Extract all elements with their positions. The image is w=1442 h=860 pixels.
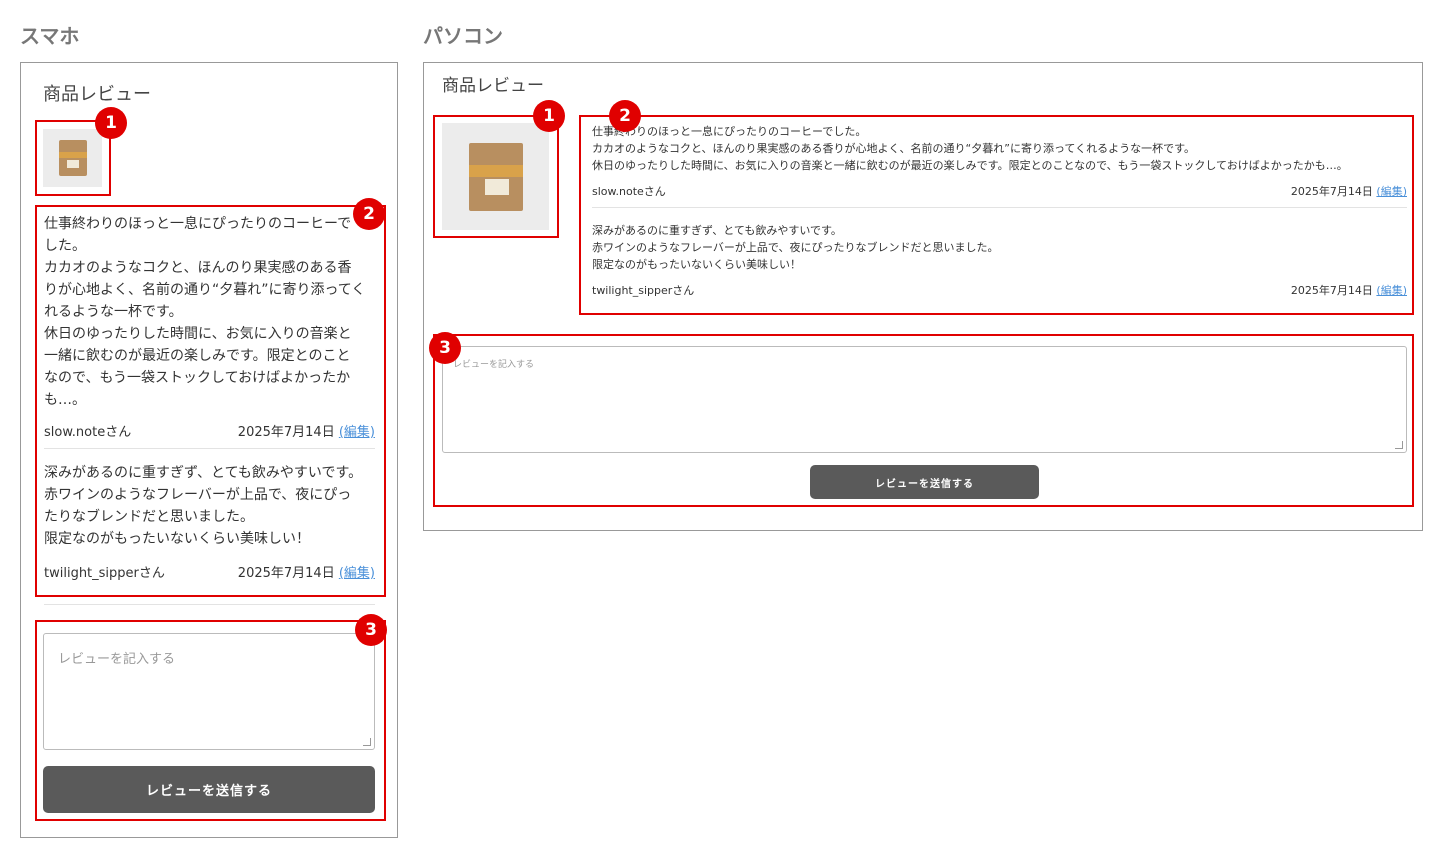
highlight-box-3-mobile [35, 620, 386, 821]
badge-1-mobile: 1 [95, 107, 127, 139]
mobile-section-title: 商品レビュー [43, 84, 151, 105]
pc-column-label: パソコン [423, 24, 503, 48]
pc-section-title: 商品レビュー [442, 76, 544, 96]
highlight-box-1-pc [433, 115, 559, 238]
mobile-column-label: スマホ [20, 24, 80, 48]
badge-2-pc: 2 [609, 100, 641, 132]
highlight-box-2-mobile [35, 205, 386, 597]
highlight-box-3-pc [433, 334, 1414, 507]
badge-2-mobile: 2 [353, 198, 385, 230]
badge-1-pc: 1 [533, 100, 565, 132]
mobile-form-divider [44, 604, 375, 605]
badge-3-mobile: 3 [355, 614, 387, 646]
highlight-box-2-pc [579, 115, 1414, 315]
badge-3-pc: 3 [429, 332, 461, 364]
